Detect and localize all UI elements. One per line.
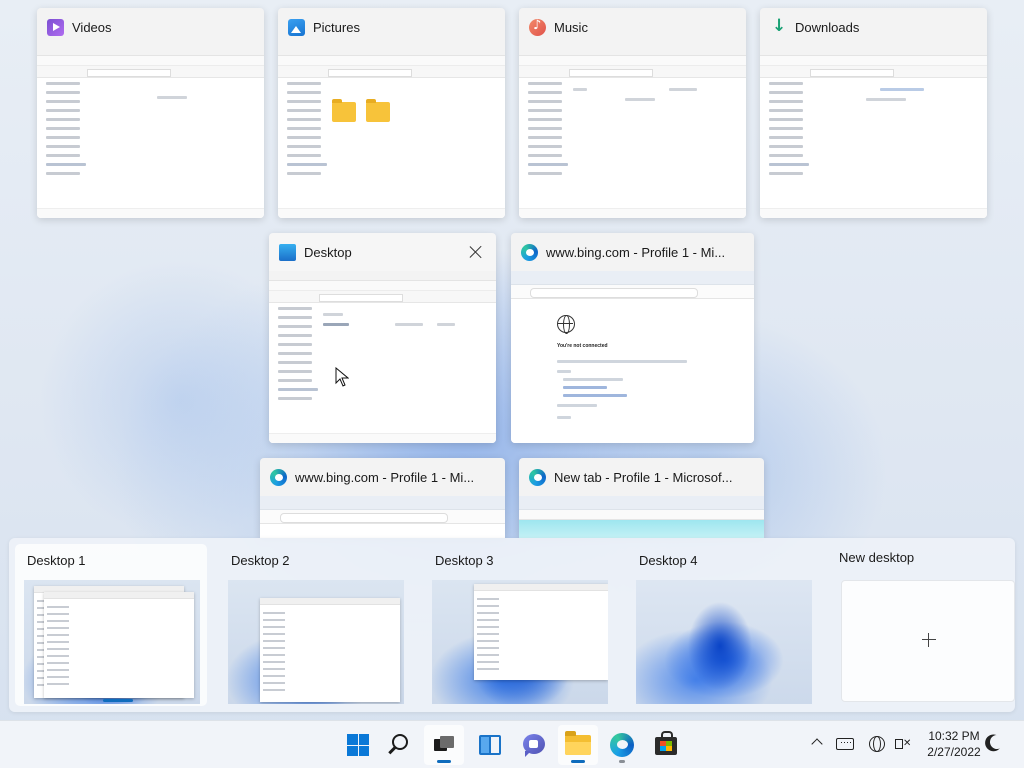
- desktop-preview: [24, 580, 200, 704]
- window-new-tab[interactable]: New tab - Profile 1 - Microsof...: [519, 458, 764, 538]
- folder-icon: [332, 99, 356, 122]
- edge-icon: [521, 243, 538, 261]
- active-indicator: [103, 699, 133, 702]
- window-preview: [37, 46, 264, 218]
- globe-icon: [557, 315, 575, 334]
- task-view-icon: [434, 736, 454, 752]
- store-button[interactable]: [646, 725, 686, 765]
- desktop-1[interactable]: Desktop 1: [15, 544, 207, 706]
- window-title: Pictures: [313, 19, 360, 35]
- window-music[interactable]: Music: [519, 8, 746, 218]
- offline-message: You're not connected: [557, 343, 608, 349]
- desktop-preview: [636, 580, 812, 704]
- desktop-2[interactable]: Desktop 2: [219, 544, 411, 706]
- window-title: Music: [554, 19, 588, 35]
- store-icon: [655, 731, 677, 755]
- desktop-label: Desktop 2: [231, 553, 290, 568]
- edge-icon: [270, 468, 287, 486]
- clock[interactable]: 10:32 PM 2/27/2022: [922, 728, 986, 760]
- file-explorer-button[interactable]: [558, 725, 598, 765]
- pictures-icon: [288, 18, 305, 36]
- window-preview: [760, 46, 987, 218]
- window-title: Videos: [72, 19, 112, 35]
- desktop-3[interactable]: Desktop 3: [423, 544, 615, 706]
- clock-time: 10:32 PM: [928, 729, 980, 743]
- window-preview: [278, 46, 505, 218]
- clock-date: 2/27/2022: [927, 745, 981, 759]
- downloads-icon: [770, 16, 787, 36]
- chevron-up-icon[interactable]: [810, 735, 824, 753]
- window-preview: [519, 496, 764, 538]
- window-preview: You're not connected: [511, 271, 754, 443]
- keyboard-icon[interactable]: [836, 735, 854, 753]
- search-button[interactable]: [382, 725, 422, 765]
- window-title: www.bing.com - Profile 1 - Mi...: [295, 469, 475, 485]
- videos-icon: [47, 18, 64, 36]
- new-desktop-tile[interactable]: [841, 580, 1015, 702]
- new-desktop-label: New desktop: [839, 550, 915, 565]
- chat-button[interactable]: [514, 725, 554, 765]
- window-desktop[interactable]: Desktop: [269, 233, 496, 443]
- window-title: New tab - Profile 1 - Microsof...: [554, 469, 733, 485]
- desktop-4[interactable]: Desktop 4: [627, 544, 819, 706]
- window-pictures[interactable]: Pictures: [278, 8, 505, 218]
- volume-muted-icon[interactable]: [895, 735, 913, 753]
- window-title: Desktop: [304, 244, 352, 260]
- desktop-label: Desktop 3: [435, 553, 494, 568]
- virtual-desktops-bar: Desktop 1 Desktop 2 Desktop 3 Desktop 4 …: [9, 538, 1015, 712]
- edge-button[interactable]: [602, 725, 642, 765]
- edge-icon: [529, 468, 546, 486]
- start-button[interactable]: [338, 725, 378, 765]
- widgets-button[interactable]: [470, 725, 510, 765]
- folder-icon: [366, 99, 390, 122]
- task-view-button[interactable]: [424, 725, 464, 765]
- music-icon: [529, 18, 546, 36]
- search-icon: [392, 734, 408, 750]
- edge-icon: [610, 733, 634, 757]
- window-bing-2[interactable]: www.bing.com - Profile 1 - Mi...: [260, 458, 505, 538]
- folder-icon: [565, 731, 591, 755]
- taskbar: 10:32 PM 2/27/2022: [0, 720, 1024, 768]
- focus-assist-icon[interactable]: [988, 733, 1006, 751]
- window-bing-1[interactable]: www.bing.com - Profile 1 - Mi... You're …: [511, 233, 754, 443]
- desktop-preview: [228, 580, 404, 704]
- chat-icon: [523, 734, 545, 757]
- window-videos[interactable]: Videos: [37, 8, 264, 218]
- desktop-label: Desktop 4: [639, 553, 698, 568]
- window-preview: [519, 46, 746, 218]
- close-icon[interactable]: [466, 242, 486, 262]
- window-preview: [269, 271, 496, 443]
- desktop-preview: [432, 580, 608, 704]
- window-title: Downloads: [795, 19, 860, 35]
- desktop-label: Desktop 1: [27, 553, 86, 568]
- desktop-icon: [279, 243, 296, 261]
- window-downloads[interactable]: Downloads: [760, 8, 987, 218]
- network-icon[interactable]: [868, 735, 886, 753]
- window-preview: [260, 496, 505, 538]
- new-desktop-button[interactable]: New desktop: [839, 544, 1015, 706]
- plus-icon: [922, 633, 936, 647]
- widgets-icon: [479, 735, 501, 755]
- window-title: www.bing.com - Profile 1 - Mi...: [546, 244, 726, 260]
- windows-logo-icon: [347, 734, 369, 756]
